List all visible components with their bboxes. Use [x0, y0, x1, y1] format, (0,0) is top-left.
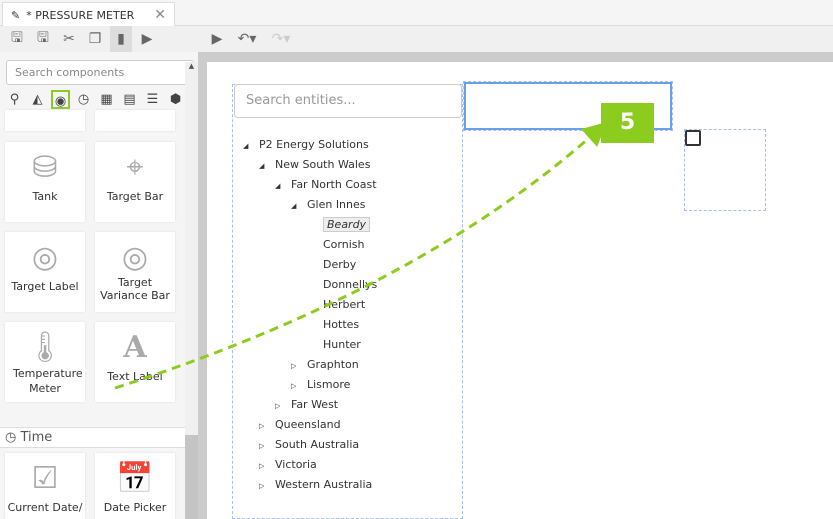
tree-node[interactable]: ▷ Western Australia [259, 476, 372, 494]
undo-icon[interactable]: ↶▾ [232, 31, 262, 47]
tree-node[interactable]: ▷ South Australia [259, 436, 359, 454]
clock-icon[interactable]: ◷ [74, 90, 93, 109]
tree-node-label: Beardy [323, 217, 371, 232]
eye-icon[interactable]: ◉ [51, 90, 70, 109]
paste-icon[interactable]: ▮ [110, 26, 132, 52]
cut-icon[interactable]: ✂ [58, 31, 80, 47]
tank-icon: ⛁ [32, 150, 58, 185]
tree-node-label: South Australia [275, 438, 360, 451]
section-header-time[interactable]: ◷ Time [0, 427, 185, 448]
toolbar: 🖫 🖫 ✂ ❐ ▮ ▶ ▶ ↶▾ ↷▾ [0, 26, 833, 52]
target-variance-icon: ◎ [121, 240, 149, 275]
expand-icon[interactable]: ▷ [291, 377, 307, 395]
search-entities-input[interactable]: Search entities... [234, 84, 462, 118]
tree-node[interactable]: ▷ Lismore [291, 376, 350, 394]
tree-node-label: Hottes [323, 318, 360, 331]
run-icon[interactable]: ▶ [206, 31, 228, 47]
component-card-date-picker[interactable]: 📅 Date Picker [95, 453, 175, 519]
area-chart-icon[interactable]: ◭ [28, 90, 47, 109]
expand-icon[interactable]: ▷ [291, 357, 307, 375]
hierarchy-icon[interactable]: ⚲ [5, 90, 24, 109]
collapse-icon[interactable]: ◢ [259, 157, 275, 175]
preview-icon[interactable]: ▶ [136, 31, 158, 47]
component-card-temperature-meter[interactable]: 🌡 Temperature Meter [5, 322, 85, 402]
scrollbar-thumb[interactable] [185, 435, 198, 519]
expand-icon[interactable]: ▷ [259, 477, 275, 495]
sliders-icon[interactable]: ☰ [143, 90, 162, 109]
clock-icon: ◷ [5, 430, 21, 445]
expand-icon[interactable]: ▷ [275, 397, 291, 415]
expand-icon[interactable]: ▷ [259, 437, 275, 455]
tree-node[interactable]: ▷ Queensland [259, 416, 341, 434]
tree-node[interactable]: ▷ Far West [275, 396, 338, 414]
search-components-input[interactable]: Search components [6, 60, 194, 85]
tree-node-label: Cornish [323, 238, 365, 251]
tree-node-label: Derby [323, 258, 357, 271]
tree-node[interactable]: Derby [307, 256, 356, 274]
tree-node-label: Donnellys [323, 278, 378, 291]
tree-node[interactable]: ◢ New South Wales [259, 156, 370, 174]
tree-node[interactable]: ◢ Far North Coast [275, 176, 377, 194]
component-card[interactable] [5, 110, 85, 131]
tree-node-label: Herbert [323, 298, 366, 311]
tree-node[interactable]: Hunter [307, 336, 361, 354]
component-card-tank[interactable]: ⛁ Tank [5, 142, 85, 222]
thermometer-icon: 🌡 [25, 330, 65, 365]
copy-icon[interactable]: ❐ [84, 31, 106, 47]
component-card-target-bar[interactable]: ⌖ Target Bar [95, 142, 175, 222]
tree-node-label: Hunter [323, 338, 361, 351]
component-card-target-label[interactable]: ◎ Target Label [5, 232, 85, 312]
tree-node-label: New South Wales [275, 158, 371, 171]
expand-icon[interactable]: ▷ [259, 457, 275, 475]
tree-node[interactable]: Cornish [307, 236, 364, 254]
component-card-current-date[interactable]: ☑ Current Date/ [5, 453, 85, 519]
scroll-up-icon[interactable]: ▲ [185, 62, 198, 70]
component-card-target-variance-bar[interactable]: ◎ Target Variance Bar [95, 232, 175, 312]
tree-node-label: Far West [291, 398, 339, 411]
grid-icon[interactable]: ▦ [97, 90, 116, 109]
expand-icon[interactable]: ▷ [259, 417, 275, 435]
component-card-text-label[interactable]: A Text Label [95, 322, 175, 402]
calendar-icon: 📅 [116, 461, 154, 496]
tab-title: * PRESSURE METER [26, 8, 135, 22]
tree-node[interactable]: Herbert [307, 296, 365, 314]
tree-node-label: Far North Coast [291, 178, 377, 191]
save-as-icon[interactable]: 🖫 [32, 27, 54, 51]
edit-icon: ✎ [11, 8, 21, 22]
text-icon: A [123, 330, 147, 365]
target-label-icon: ◎ [31, 240, 59, 275]
tab-pressure-meter[interactable]: ✎ * PRESSURE METER ✕ [2, 2, 175, 27]
cube-icon[interactable]: ⬢ [166, 90, 185, 109]
table-icon[interactable]: ▤ [120, 90, 139, 109]
tree-node-label: Glen Innes [307, 198, 366, 211]
tree-node-label: Graphton [307, 358, 359, 371]
tree-node-label: P2 Energy Solutions [259, 138, 369, 151]
collapse-icon[interactable]: ◢ [275, 177, 291, 195]
component-card[interactable] [95, 110, 175, 131]
tree-node-label: Lismore [307, 378, 351, 391]
tree-node[interactable]: Donnellys [307, 276, 377, 294]
step-badge: 5 [601, 103, 654, 143]
target-bar-icon: ⌖ [126, 150, 144, 185]
checkbox-icon: ☑ [31, 461, 59, 496]
tree-node[interactable]: Beardy [307, 216, 371, 234]
category-bar: ⚲ ◭ ◉ ◷ ▦ ▤ ☰ ⬢ [5, 90, 185, 109]
save-icon[interactable]: 🖫 [6, 27, 28, 51]
close-icon[interactable]: ✕ [154, 7, 166, 23]
scrollbar[interactable]: ▲ [185, 62, 198, 467]
tree-node[interactable]: ▷ Graphton [291, 356, 359, 374]
redo-icon[interactable]: ↷▾ [266, 31, 296, 47]
tree-node[interactable]: ◢ Glen Innes [291, 196, 366, 214]
tree-node[interactable]: ◢ P2 Energy Solutions [243, 136, 369, 154]
tree-node[interactable]: Hottes [307, 316, 359, 334]
collapse-icon[interactable]: ◢ [243, 137, 259, 155]
tree-node-label: Victoria [275, 458, 317, 471]
tree-node-label: Queensland [275, 418, 341, 431]
collapse-icon[interactable]: ◢ [291, 197, 307, 215]
tree-node[interactable]: ▷ Victoria [259, 456, 317, 474]
tree-node-label: Western Australia [275, 478, 373, 491]
checkbox[interactable] [685, 130, 701, 146]
